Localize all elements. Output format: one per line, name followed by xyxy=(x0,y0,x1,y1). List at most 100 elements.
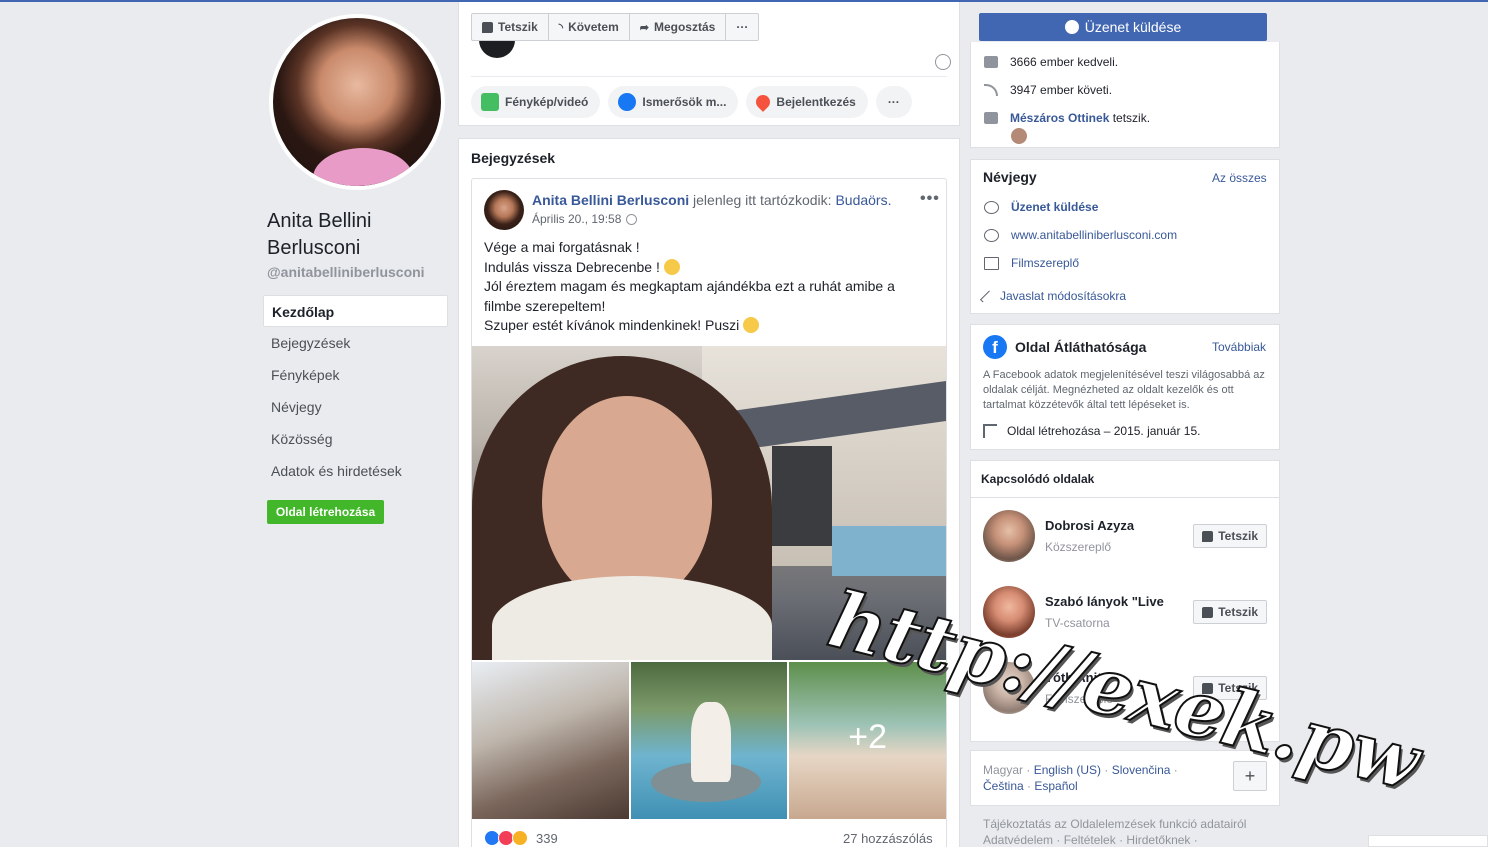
posts-heading: Bejegyzések xyxy=(471,150,556,166)
thumbs-up-icon xyxy=(984,56,998,68)
post-line: Jól éreztem magam és megkaptam ajándékba… xyxy=(484,278,895,314)
wow-reaction-icon xyxy=(512,830,528,846)
composer-actions: Fénykép/videó Ismerősök m... Bejelentkez… xyxy=(471,86,912,118)
checkin-button[interactable]: Bejelentkezés xyxy=(746,86,868,118)
thumbs-up-icon xyxy=(1202,606,1214,618)
post-body: Vége a mai forgatásnak ! Indulás vissza … xyxy=(484,238,934,336)
transparency-more-link[interactable]: Továbbiak xyxy=(1212,340,1266,354)
current-language: Magyar xyxy=(983,763,1024,777)
photo-icon xyxy=(481,93,499,111)
post-author-link[interactable]: Anita Bellini Berlusconi xyxy=(532,192,689,208)
friend-avatar[interactable] xyxy=(1011,128,1027,144)
language-link[interactable]: English (US) xyxy=(1034,763,1101,777)
post-location-link[interactable]: Budaörs. xyxy=(835,192,891,208)
footer-policy-links[interactable]: Adatvédelem · Feltételek · Hirdetőknek · xyxy=(983,832,1273,847)
page-created-row: Oldal létrehozása – 2015. január 15. xyxy=(983,424,1200,438)
post-meta: Április 20., 19:58 xyxy=(532,212,638,226)
photo-figure xyxy=(690,702,731,782)
share-arrow-icon: ➦ xyxy=(639,21,649,34)
post-line: Indulás vissza Debrecenbe ! xyxy=(484,258,934,278)
checkin-label: Bejelentkezés xyxy=(776,95,856,109)
website-label: www.anitabelliniberlusconi.com xyxy=(1011,228,1178,242)
rss-icon xyxy=(984,84,998,96)
friends-icon xyxy=(984,112,998,124)
post-date[interactable]: Április 20., 19:58 xyxy=(532,212,621,226)
kiss-emoji-icon xyxy=(743,317,760,333)
emoji-icon[interactable] xyxy=(935,54,951,70)
more-photos-count: +2 xyxy=(848,718,888,756)
about-category-link[interactable]: Filmszereplő xyxy=(984,256,1079,270)
friend-link[interactable]: Mészáros Ottinek xyxy=(1010,111,1109,125)
related-page-category: Közszereplő xyxy=(1045,540,1112,554)
about-see-all-link[interactable]: Az összes xyxy=(1212,171,1267,185)
photo-pool xyxy=(832,526,946,576)
follow-button[interactable]: ◝ Követem xyxy=(549,14,630,40)
friend-likes-suffix: tetszik. xyxy=(1112,111,1151,125)
create-page-button[interactable]: Oldal létrehozása xyxy=(267,500,384,524)
post-author-avatar[interactable] xyxy=(484,190,524,230)
photo-face xyxy=(542,396,712,606)
post-line: Szuper estét kívánok mindenkinek! Puszi xyxy=(484,316,934,336)
language-link[interactable]: Čeština xyxy=(983,779,1024,793)
composer-more-button[interactable]: ··· xyxy=(875,86,912,118)
related-like-button[interactable]: Tetszik xyxy=(1193,600,1267,624)
transparency-title: Oldal Átláthatósága xyxy=(1015,339,1147,355)
globe-icon xyxy=(626,213,638,225)
send-message-button[interactable]: Üzenet küldése xyxy=(979,13,1267,41)
nav-item-posts[interactable]: Bejegyzések xyxy=(263,327,448,359)
photo-video-button[interactable]: Fénykép/videó xyxy=(471,86,601,118)
share-button[interactable]: ➦ Megosztás xyxy=(630,14,727,40)
nav-item-about[interactable]: Névjegy xyxy=(263,391,448,423)
like-page-button[interactable]: Tetszik xyxy=(472,14,549,40)
thumbs-up-icon xyxy=(1202,530,1214,542)
profile-picture-detail xyxy=(313,148,413,186)
messenger-icon xyxy=(1064,20,1079,34)
post-options-button[interactable]: ••• xyxy=(920,190,940,208)
friend-likes-stat: Mészáros Ottinek tetszik. xyxy=(984,111,1150,125)
post-photo-thumbnail[interactable] xyxy=(630,662,788,819)
language-link[interactable]: Slovenčina xyxy=(1112,763,1171,777)
photo-door xyxy=(772,446,832,546)
nav-item-info-ads[interactable]: Adatok és hirdetések xyxy=(263,455,448,487)
globe-icon xyxy=(984,228,999,242)
footer-insights-link[interactable]: Tájékoztatás az Oldalelemzések funkció a… xyxy=(983,816,1273,832)
reaction-summary[interactable]: 339 xyxy=(484,830,558,846)
language-link[interactable]: Español xyxy=(1034,779,1077,793)
about-message-label: Üzenet küldése xyxy=(1011,200,1099,214)
facebook-logo-icon: f xyxy=(983,335,1007,359)
post-header: Anita Bellini Berlusconi jelenleg itt ta… xyxy=(532,192,922,208)
post-photo-thumbnail[interactable] xyxy=(472,662,629,819)
friends-icon xyxy=(618,93,637,111)
friends-label: Ismerősök m... xyxy=(642,95,727,109)
like-label: Tetszik xyxy=(498,20,538,34)
photo-label: Fénykép/videó xyxy=(505,95,589,109)
page-handle[interactable]: @anitabelliniberlusconi xyxy=(267,264,425,280)
comments-count-link[interactable]: 27 hozzászólás xyxy=(843,831,933,846)
nav-item-photos[interactable]: Fényképek xyxy=(263,359,448,391)
related-page-avatar[interactable] xyxy=(983,510,1035,562)
flag-icon xyxy=(983,424,997,438)
related-page-name[interactable]: Dobrosi Azyza xyxy=(1045,518,1134,533)
profile-picture[interactable] xyxy=(269,14,445,190)
action-buttons: Tetszik ◝ Követem ➦ Megosztás ··· xyxy=(471,13,760,41)
about-message-link[interactable]: Üzenet küldése xyxy=(984,200,1098,214)
related-page-item: Dobrosi Azyza Közszereplő Tetszik xyxy=(983,510,1267,562)
category-label: Filmszereplő xyxy=(1011,256,1080,270)
tag-friends-button[interactable]: Ismerősök m... xyxy=(608,86,739,118)
nav-item-community[interactable]: Közösség xyxy=(263,423,448,455)
related-pages-title: Kapcsolódó oldalak xyxy=(981,472,1095,486)
clapperboard-icon xyxy=(984,256,999,270)
related-like-button[interactable]: Tetszik xyxy=(1193,524,1267,548)
about-website-link[interactable]: www.anitabelliniberlusconi.com xyxy=(984,228,1177,242)
location-pin-icon xyxy=(753,92,774,112)
likes-stat: 3666 ember kedveli. xyxy=(984,55,1118,69)
reaction-count: 339 xyxy=(536,830,558,846)
post-location-prefix: jelenleg itt tartózkodik: xyxy=(693,192,832,208)
suggest-edits-link[interactable]: Javaslat módosításokra xyxy=(979,289,1126,303)
nav-item-home[interactable]: Kezdőlap xyxy=(263,295,448,327)
related-page-name[interactable]: Szabó lányok "Live xyxy=(1045,594,1164,609)
page-title[interactable]: Anita Bellini Berlusconi xyxy=(267,208,447,262)
footer-links: Tájékoztatás az Oldalelemzések funkció a… xyxy=(983,816,1273,847)
more-button[interactable]: ··· xyxy=(726,14,758,40)
post-photo-grid: +2 xyxy=(472,662,947,819)
